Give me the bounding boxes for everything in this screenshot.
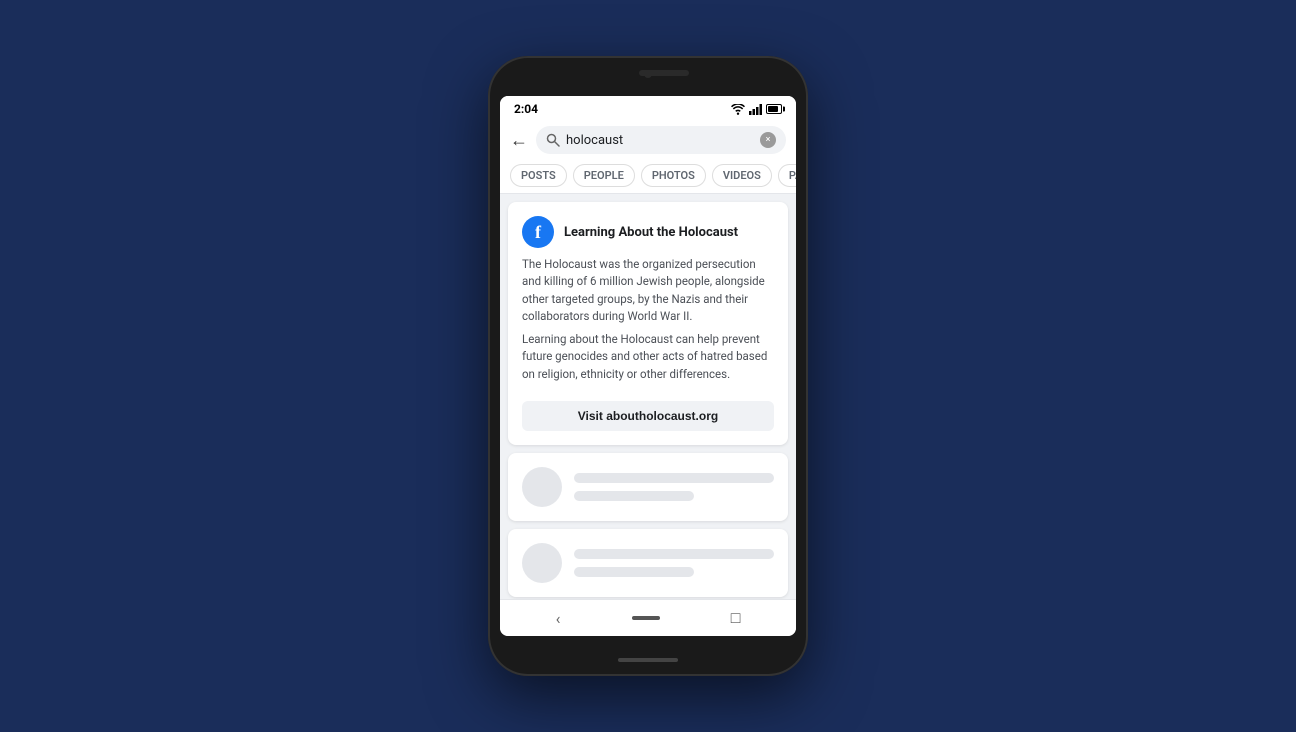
bottom-nav: ‹ □ <box>500 599 796 636</box>
content-area: f Learning About the Holocaust The Holoc… <box>500 194 796 599</box>
visit-website-button[interactable]: Visit aboutholocaust.org <box>522 401 774 431</box>
tab-videos[interactable]: VIDEOS <box>712 164 772 187</box>
tab-pages[interactable]: PAGE <box>778 164 796 187</box>
info-card-header: f Learning About the Holocaust <box>522 216 774 248</box>
wifi-icon <box>731 104 745 115</box>
status-time: 2:04 <box>514 102 538 116</box>
battery-icon <box>766 104 782 114</box>
holocaust-info-card: f Learning About the Holocaust The Holoc… <box>508 202 788 445</box>
signal-icon <box>749 104 762 115</box>
skeleton-line-1b <box>574 491 694 501</box>
phone-screen: 2:04 <box>500 96 796 636</box>
back-button[interactable]: ← <box>510 130 528 151</box>
nav-recents-button[interactable]: □ <box>731 608 741 628</box>
info-card-body: The Holocaust was the organized persecut… <box>522 256 774 383</box>
phone-home-bar <box>618 658 678 662</box>
info-card-title: Learning About the Holocaust <box>564 225 738 240</box>
status-bar: 2:04 <box>500 96 796 120</box>
search-clear-button[interactable]: × <box>760 132 776 148</box>
skeleton-lines-1 <box>574 473 774 501</box>
tab-people[interactable]: PEOPLE <box>573 164 635 187</box>
skeleton-avatar-2 <box>522 543 562 583</box>
filter-tabs: POSTS PEOPLE PHOTOS VIDEOS PAGE <box>500 160 796 194</box>
tab-photos[interactable]: PHOTOS <box>641 164 706 187</box>
nav-back-button[interactable]: ‹ <box>556 609 561 628</box>
info-paragraph-2: Learning about the Holocaust can help pr… <box>522 331 774 383</box>
tab-posts[interactable]: POSTS <box>510 164 567 187</box>
nav-home-indicator[interactable] <box>632 616 660 620</box>
search-query: holocaust <box>566 133 754 148</box>
phone-speaker <box>639 70 689 76</box>
skeleton-result-2 <box>508 529 788 597</box>
skeleton-line-1a <box>574 473 774 483</box>
skeleton-lines-2 <box>574 549 774 577</box>
search-bar[interactable]: holocaust × <box>536 126 786 154</box>
skeleton-line-2a <box>574 549 774 559</box>
skeleton-avatar-1 <box>522 467 562 507</box>
info-paragraph-1: The Holocaust was the organized persecut… <box>522 256 774 325</box>
phone-device: 2:04 <box>488 56 808 676</box>
skeleton-result-1 <box>508 453 788 521</box>
status-icons <box>731 104 782 115</box>
skeleton-line-2b <box>574 567 694 577</box>
search-area: ← holocaust × <box>500 120 796 160</box>
search-icon <box>546 133 560 147</box>
facebook-icon: f <box>522 216 554 248</box>
